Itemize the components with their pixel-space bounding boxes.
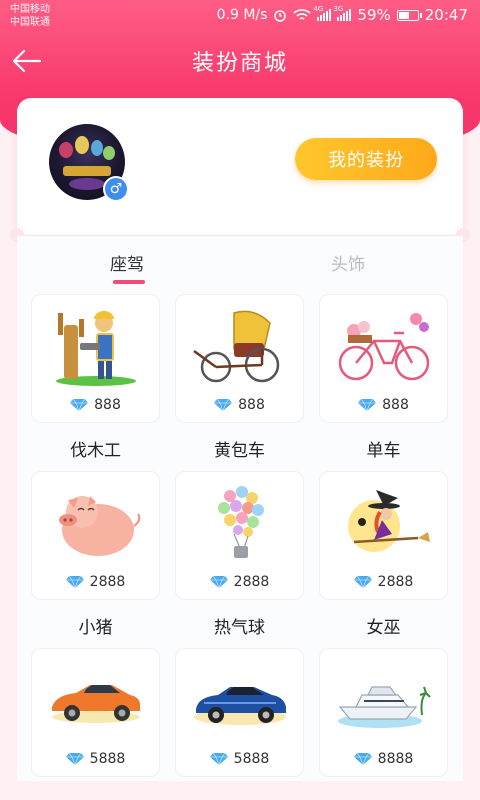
list-item[interactable]: 888 伐木工: [31, 294, 160, 461]
item-price: 888: [320, 397, 447, 413]
back-arrow-icon: [12, 49, 42, 73]
item-name: 小猪: [78, 618, 113, 638]
male-gender-badge: ♂: [103, 176, 129, 202]
clock: 20:47: [424, 6, 468, 24]
tab-headwear[interactable]: 头饰: [331, 250, 365, 275]
item-price: 888: [176, 397, 303, 413]
my-dress-button[interactable]: 我的装扮: [295, 138, 437, 180]
item-name: 女巫: [366, 618, 401, 638]
lumberjack-icon: [56, 311, 136, 386]
diamond-icon: [209, 753, 228, 765]
diamond-icon: [70, 399, 89, 411]
price-value: 8888: [377, 751, 414, 767]
item-price: 2888: [176, 574, 303, 590]
yacht-icon: [338, 686, 431, 728]
item-name: 伐木工: [70, 441, 121, 461]
list-item[interactable]: 888 黄包车: [175, 294, 304, 461]
status-icons: 0.9 M/s 4G 3G 59% 20:47: [216, 5, 468, 24]
carrier-2: 中国联通: [10, 17, 50, 28]
carrier-info: 中国移动 中国联通: [10, 3, 50, 29]
nav-bar: 装扮商城: [0, 38, 480, 84]
item-name: 热气球: [214, 618, 265, 638]
item-name: 单车: [366, 441, 401, 461]
list-item[interactable]: 8888: [319, 648, 448, 777]
diamond-icon: [353, 753, 372, 765]
carrier-1: 中国移动: [10, 4, 50, 15]
alarm-icon: [274, 10, 287, 22]
diamond-icon: [209, 576, 228, 588]
balloon-icon: [218, 486, 264, 558]
diamond-icon: [65, 576, 84, 588]
orange-sports-car-icon: [52, 685, 140, 723]
list-item[interactable]: 2888 小猪: [31, 471, 160, 638]
price-value: 888: [238, 397, 265, 413]
price-value: 5888: [89, 751, 126, 767]
profile-card: ♂ 我的装扮: [17, 98, 463, 235]
list-item[interactable]: 2888 热气球: [175, 471, 304, 638]
item-price: 2888: [320, 574, 447, 590]
network-speed: 0.9 M/s: [216, 7, 268, 23]
price-value: 888: [94, 397, 121, 413]
category-tabs: 座驾 头饰: [17, 236, 463, 288]
active-tab-indicator: [113, 280, 145, 284]
diamond-icon: [214, 399, 233, 411]
tab-vehicle[interactable]: 座驾: [110, 250, 144, 275]
item-price: 888: [32, 397, 159, 413]
blue-supercar-icon: [194, 687, 286, 725]
list-item[interactable]: 2888 女巫: [319, 471, 448, 638]
signal-icon-1: 4G: [313, 5, 332, 21]
item-card[interactable]: 8888: [319, 648, 448, 777]
witch-icon: [348, 490, 430, 552]
item-card[interactable]: 5888: [175, 648, 304, 777]
shop-content: 座驾 头饰 888 伐木工 888 黄包车 888 单车 2888 小猪 288…: [17, 236, 463, 781]
diamond-icon: [65, 753, 84, 765]
avatar-wrapper: ♂: [49, 124, 129, 202]
price-value: 2888: [377, 574, 414, 590]
battery-icon: [396, 9, 422, 21]
price-value: 888: [382, 397, 409, 413]
item-card[interactable]: 5888: [31, 648, 160, 777]
item-price: 2888: [32, 574, 159, 590]
battery-percent: 59%: [357, 6, 391, 24]
item-price: 5888: [176, 751, 303, 767]
item-card[interactable]: 2888: [319, 471, 448, 600]
price-value: 2888: [89, 574, 126, 590]
price-value: 5888: [233, 751, 270, 767]
item-card[interactable]: 888: [31, 294, 160, 423]
item-price: 5888: [32, 751, 159, 767]
item-card[interactable]: 888: [319, 294, 448, 423]
list-item[interactable]: 888 单车: [319, 294, 448, 461]
wifi-icon: [293, 9, 311, 20]
page-title: 装扮商城: [191, 51, 288, 76]
status-bar: 中国移动 中国联通 0.9 M/s 4G 3G 59% 20:47: [0, 0, 480, 34]
signal-icon-2: 3G: [333, 5, 352, 21]
diamond-icon: [358, 399, 377, 411]
bicycle-icon: [338, 313, 430, 381]
rickshaw-icon: [193, 310, 280, 383]
list-item[interactable]: 5888: [31, 648, 160, 777]
item-price: 8888: [320, 751, 447, 767]
list-item[interactable]: 5888: [175, 648, 304, 777]
item-card[interactable]: 2888: [175, 471, 304, 600]
price-value: 2888: [233, 574, 270, 590]
back-button[interactable]: [10, 44, 44, 78]
item-card[interactable]: 2888: [31, 471, 160, 600]
pig-icon: [59, 496, 141, 556]
item-name: 黄包车: [214, 441, 265, 461]
item-card[interactable]: 888: [175, 294, 304, 423]
diamond-icon: [353, 576, 372, 588]
